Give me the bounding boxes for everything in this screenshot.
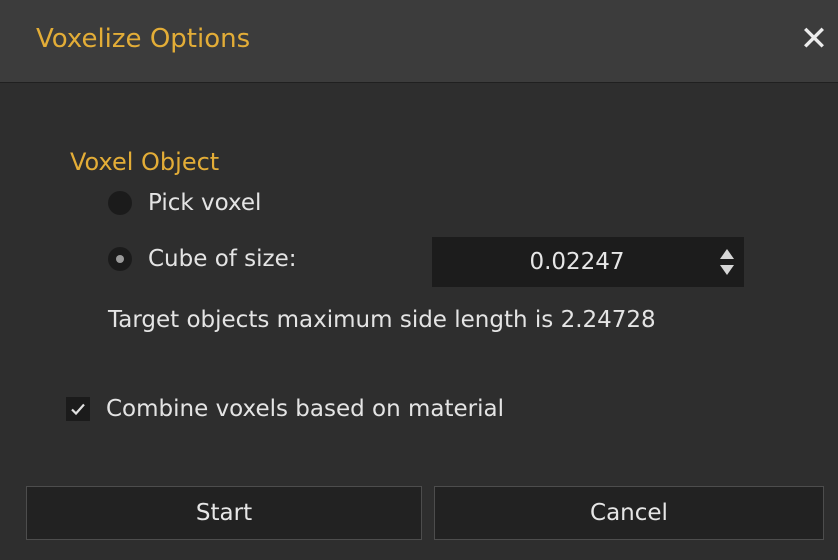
radio-label-pick-voxel: Pick voxel	[148, 190, 262, 216]
max-side-length-info: Target objects maximum side length is 2.…	[108, 307, 656, 333]
combine-voxels-checkbox[interactable]	[66, 397, 90, 421]
arrow-up-icon[interactable]	[720, 249, 734, 259]
radio-pick-voxel[interactable]: Pick voxel	[108, 190, 261, 216]
radio-label-cube-of-size: Cube of size:	[148, 246, 297, 272]
radio-cube-of-size[interactable]: Cube of size:	[108, 246, 297, 272]
cube-size-spinner[interactable]: 0.02247	[432, 237, 744, 287]
radio-selected-dot	[116, 255, 124, 263]
section-label-voxel-object: Voxel Object	[70, 148, 220, 176]
checkmark-icon	[71, 403, 85, 416]
start-button[interactable]: Start	[26, 486, 422, 540]
combine-voxels-label: Combine voxels based on material	[106, 396, 504, 422]
arrow-down-icon[interactable]	[720, 265, 734, 275]
cube-size-input[interactable]: 0.02247	[432, 249, 710, 275]
radio-button-selected[interactable]	[108, 247, 132, 271]
combine-voxels-option[interactable]: Combine voxels based on material	[66, 396, 504, 422]
close-icon[interactable]: ✕	[796, 18, 832, 60]
title-bar: Voxelize Options ✕	[0, 0, 838, 83]
spinner-arrows	[710, 237, 744, 287]
radio-button-unselected[interactable]	[108, 191, 132, 215]
cancel-button[interactable]: Cancel	[434, 486, 824, 540]
dialog-title: Voxelize Options	[36, 24, 251, 54]
voxelize-options-dialog: Voxelize Options ✕ Voxel Object Pick vox…	[0, 0, 838, 560]
